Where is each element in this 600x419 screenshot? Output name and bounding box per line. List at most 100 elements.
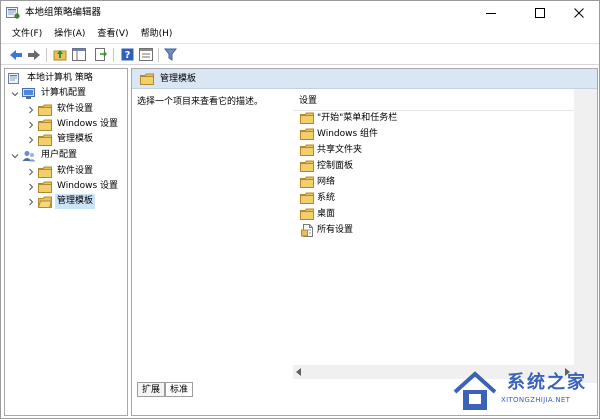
tree-item-label: 管理模板 xyxy=(55,194,96,209)
description-text: 选择一个项目来查看它的描述。 xyxy=(137,97,264,107)
column-header-setting[interactable]: 设置 xyxy=(299,95,317,107)
tree-item-label: 本地计算机 策略 xyxy=(27,73,93,83)
chevron-right-icon[interactable] xyxy=(26,105,36,115)
tree-item-label: 用户配置 xyxy=(41,150,78,160)
list-item-label: 系统 xyxy=(317,193,336,203)
tree-item-label: 计算机配置 xyxy=(41,88,87,98)
tree-item-user-software-settings[interactable]: 软件设置 xyxy=(26,164,95,179)
watermark-brand: 系统之家 xyxy=(507,372,587,393)
site-watermark: 系统之家 XITONGZHIJIA.NET xyxy=(441,366,597,416)
list-item-shared-folders[interactable]: 共享文件夹 xyxy=(300,143,362,157)
tree-item-user-admin-templates[interactable]: 管理模板 xyxy=(26,194,96,209)
gpedit-app-icon xyxy=(6,6,20,19)
chevron-right-icon[interactable] xyxy=(26,167,36,177)
menu-help[interactable]: 帮助(H) xyxy=(135,25,179,43)
folder-icon xyxy=(38,119,52,131)
folder-icon xyxy=(300,208,314,220)
maximize-icon xyxy=(535,8,545,18)
list-item-start-menu-taskbar[interactable]: "开始"菜单和任务栏 xyxy=(300,111,397,125)
tree-item-computer-software-settings[interactable]: 软件设置 xyxy=(26,102,95,117)
chevron-down-icon[interactable] xyxy=(10,89,20,99)
list-item-all-settings[interactable]: 所有设置 xyxy=(300,223,353,237)
scroll-left-arrow-icon[interactable] xyxy=(294,367,304,377)
forward-button[interactable] xyxy=(26,47,42,62)
folder-icon xyxy=(38,104,52,116)
back-arrow-icon xyxy=(10,49,22,60)
list-item-windows-components[interactable]: Windows 组件 xyxy=(300,127,378,141)
show-hide-tree-icon xyxy=(72,48,86,61)
show-hide-tree-button[interactable] xyxy=(71,47,87,62)
watermark-url: XITONGZHIJIA.NET xyxy=(501,396,571,404)
folder-icon xyxy=(38,166,52,178)
tree-item-label: 软件设置 xyxy=(57,104,94,114)
list-item-label: Windows 组件 xyxy=(317,129,379,139)
tree-item-user-windows-settings[interactable]: Windows 设置 xyxy=(26,179,120,194)
tree-item-label: Windows 设置 xyxy=(57,119,119,129)
vertical-scrollbar[interactable] xyxy=(574,89,597,383)
users-icon xyxy=(22,150,36,162)
local-policy-icon xyxy=(8,72,22,85)
svg-text:?: ? xyxy=(124,50,130,61)
menu-view[interactable]: 查看(V) xyxy=(91,25,134,43)
tree-item-label: 管理模板 xyxy=(57,134,94,144)
up-folder-icon xyxy=(53,50,67,61)
title-bar[interactable]: 本地组策略编辑器 xyxy=(1,1,599,25)
gpedit-window: 本地组策略编辑器 文件(F) 操作(A) 查看(V) 帮助(H) ? 本地计算机… xyxy=(0,0,600,419)
chevron-right-icon[interactable] xyxy=(26,197,36,207)
tree-item-computer-config[interactable]: 计算机配置 xyxy=(10,86,88,101)
tree-item-root[interactable]: 本地计算机 策略 xyxy=(8,71,95,86)
list-item-label: 所有设置 xyxy=(317,225,354,235)
folder-icon xyxy=(300,144,314,156)
folder-icon xyxy=(38,181,52,193)
forward-arrow-icon xyxy=(28,49,40,60)
minimize-button[interactable] xyxy=(471,1,511,25)
folder-icon xyxy=(300,128,314,140)
computer-icon xyxy=(22,87,36,100)
menu-file[interactable]: 文件(F) xyxy=(1,25,48,43)
toolbar: ? xyxy=(1,43,599,65)
export-list-icon xyxy=(95,48,107,61)
menu-action[interactable]: 操作(A) xyxy=(48,25,91,43)
folder-open-icon xyxy=(38,196,52,208)
help-button[interactable]: ? xyxy=(119,47,135,62)
maximize-button[interactable] xyxy=(520,1,560,25)
folder-icon xyxy=(300,192,314,204)
tree-item-user-config[interactable]: 用户配置 xyxy=(10,148,79,163)
chevron-right-icon[interactable] xyxy=(26,182,36,192)
properties-button[interactable] xyxy=(138,47,154,62)
list-item-desktop[interactable]: 桌面 xyxy=(300,207,335,221)
up-one-level-button[interactable] xyxy=(52,47,68,62)
minimize-icon xyxy=(486,13,496,14)
list-item-label: 控制面板 xyxy=(317,161,354,171)
details-pane: 管理模板 选择一个项目来查看它的描述。 设置 "开始"菜单和任务栏 Window… xyxy=(131,68,598,416)
close-button[interactable] xyxy=(559,1,599,25)
tab-extended[interactable]: 扩展 xyxy=(137,382,166,397)
chevron-right-icon[interactable] xyxy=(26,135,36,145)
settings-list[interactable]: 设置 "开始"菜单和任务栏 Windows 组件 共享文件夹 控制面板 网络 系… xyxy=(293,89,574,383)
list-item-label: 共享文件夹 xyxy=(317,145,363,155)
list-item-label: "开始"菜单和任务栏 xyxy=(317,113,398,123)
back-button[interactable] xyxy=(8,47,24,62)
list-item-network[interactable]: 网络 xyxy=(300,175,335,189)
toolbar-separator xyxy=(113,48,114,62)
tab-standard[interactable]: 标准 xyxy=(165,382,194,397)
details-header: 管理模板 xyxy=(132,69,597,89)
menu-bar: 文件(F) 操作(A) 查看(V) 帮助(H) xyxy=(1,25,599,43)
filter-button[interactable] xyxy=(162,47,178,62)
list-item-system[interactable]: 系统 xyxy=(300,191,335,205)
tree-pane[interactable]: 本地计算机 策略 计算机配置 软件设置 Windows 设置 管理模板 用户配置… xyxy=(4,68,128,416)
list-item-label: 网络 xyxy=(317,177,336,187)
tree-item-computer-admin-templates[interactable]: 管理模板 xyxy=(26,132,95,147)
close-icon xyxy=(574,8,584,18)
tree-item-computer-windows-settings[interactable]: Windows 设置 xyxy=(26,117,120,132)
folder-icon xyxy=(140,73,154,85)
chevron-right-icon[interactable] xyxy=(26,120,36,130)
list-item-control-panel[interactable]: 控制面板 xyxy=(300,159,353,173)
details-header-title: 管理模板 xyxy=(160,74,197,84)
toolbar-separator xyxy=(46,48,47,62)
chevron-down-icon[interactable] xyxy=(10,151,20,161)
filter-icon xyxy=(163,48,177,61)
window-title: 本地组策略编辑器 xyxy=(25,7,102,18)
list-item-label: 桌面 xyxy=(317,209,336,219)
export-list-button[interactable] xyxy=(93,47,109,62)
